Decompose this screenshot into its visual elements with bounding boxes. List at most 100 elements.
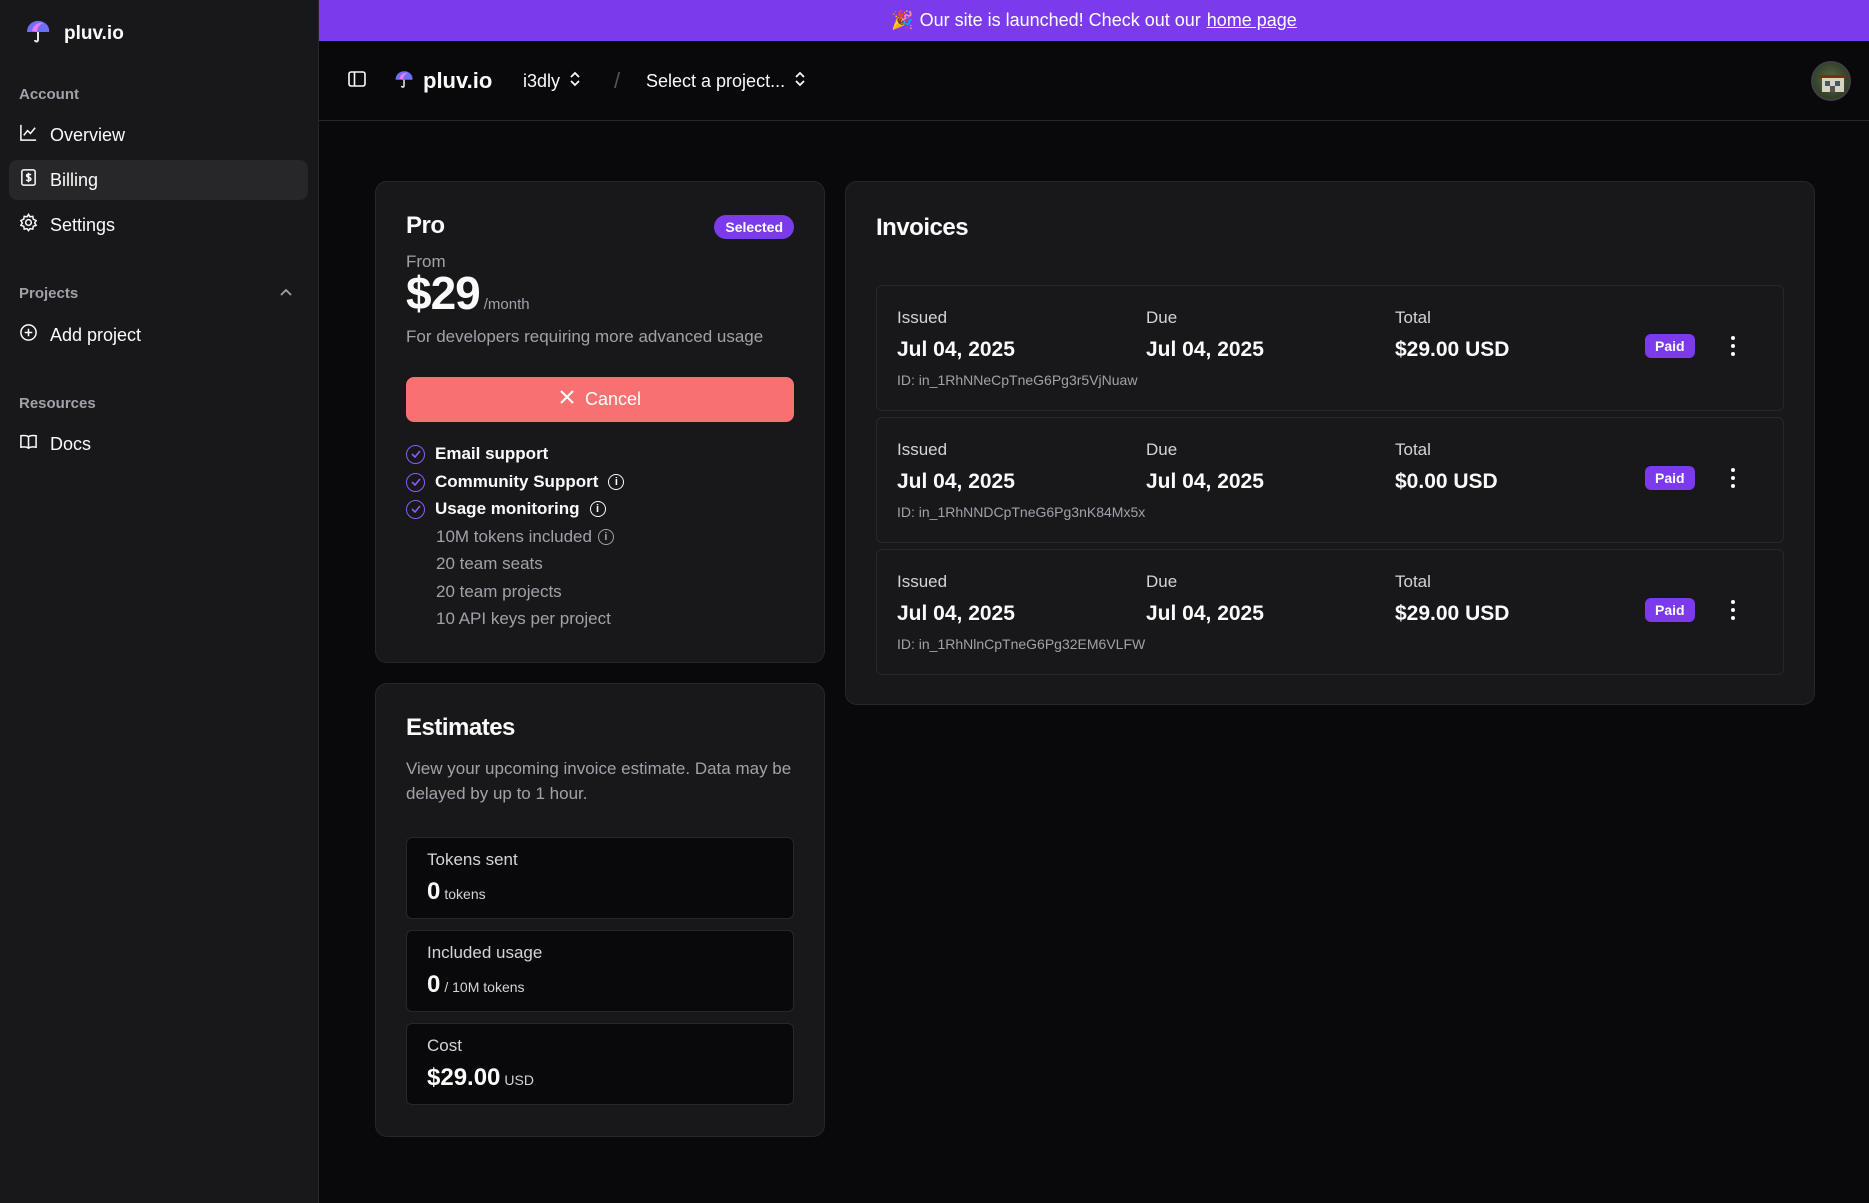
more-vertical-icon[interactable] [1731, 336, 1735, 356]
selected-badge: Selected [714, 215, 794, 239]
invoice-row: Issued Due Total Jul 04, 2025 Jul 04, 20… [876, 417, 1784, 543]
invoices-title: Invoices [876, 214, 969, 241]
breadcrumb-separator: / [614, 68, 621, 93]
stat-label: Cost [427, 1036, 462, 1055]
book-icon [19, 432, 38, 456]
receipt-icon [19, 168, 38, 192]
sidebar-item-label: Settings [50, 214, 116, 235]
due-date: Jul 04, 2025 [1146, 470, 1264, 493]
sidebar-item-label: Overview [50, 124, 126, 145]
paid-badge: Paid [1645, 334, 1695, 358]
price-block: $29 /month [406, 266, 530, 320]
info-icon[interactable]: i [589, 501, 606, 517]
stat-unit: / 10M tokens [444, 979, 525, 995]
cancel-button[interactable]: Cancel [406, 377, 794, 422]
section-label-projects: Projects [19, 285, 79, 302]
feature-item: Email support [406, 444, 548, 464]
feature-item: Usage monitoring i [406, 499, 606, 519]
stat-value: $29.00 USD [427, 1064, 534, 1092]
estimates-card: Estimates View your upcoming invoice est… [375, 683, 825, 1137]
issued-date: Jul 04, 2025 [897, 470, 1015, 493]
more-vertical-icon[interactable] [1731, 600, 1735, 620]
pluv-logo-icon [24, 18, 52, 49]
invoice-id: ID: in_1RhNNeCpTneG6Pg3r5VjNuaw [897, 372, 1138, 388]
sidebar: pluv.io Account Overview Billing Setting… [0, 0, 319, 1203]
project-select[interactable]: Select a project... [646, 41, 807, 121]
feature-label: Email support [435, 444, 549, 463]
issued-label: Issued [897, 440, 948, 459]
price-period: /month [483, 296, 530, 313]
subfeature-item: 10M tokens included i [436, 527, 614, 547]
check-circle-icon [406, 472, 425, 492]
check-circle-icon [406, 499, 425, 519]
plan-price: $29 [406, 267, 481, 319]
user-avatar[interactable] [1811, 61, 1851, 101]
plan-description: For developers requiring more advanced u… [406, 327, 764, 346]
invoices-card: Invoices Issued Due Total Jul 04, 2025 J… [845, 181, 1815, 705]
due-label: Due [1146, 440, 1178, 459]
sidebar-toggle-button[interactable] [347, 41, 367, 121]
sidebar-item-label: Billing [50, 169, 99, 190]
feature-label: Usage monitoring [435, 499, 580, 518]
stat-label: Included usage [427, 943, 543, 962]
invoice-total: $29.00 USD [1395, 338, 1510, 361]
sidebar-item-settings[interactable]: Settings [9, 205, 308, 245]
included-usage-box: Included usage 0 / 10M tokens [406, 930, 794, 1012]
invoice-row: Issued Due Total Jul 04, 2025 Jul 04, 20… [876, 549, 1784, 675]
sidebar-item-overview[interactable]: Overview [9, 115, 308, 155]
paid-badge: Paid [1645, 598, 1695, 622]
plan-card: Pro Selected From $29 /month For develop… [375, 181, 825, 663]
subfeature-label: 10M tokens included [436, 527, 592, 546]
due-label: Due [1146, 572, 1178, 591]
more-vertical-icon[interactable] [1731, 468, 1735, 488]
info-icon[interactable]: i [608, 474, 625, 490]
banner-text: Our site is launched! Check out our [919, 10, 1201, 30]
home-page-link[interactable]: home page [1207, 10, 1297, 31]
cost-box: Cost $29.00 USD [406, 1023, 794, 1105]
chevron-up-icon[interactable] [278, 285, 294, 306]
issued-label: Issued [897, 572, 948, 591]
estimates-description: View your upcoming invoice estimate. Dat… [406, 759, 792, 803]
close-icon [559, 389, 575, 410]
estimates-title: Estimates [406, 714, 515, 741]
subfeature-item: 20 team projects [436, 582, 562, 601]
sidebar-toggle-icon [347, 69, 367, 94]
total-label: Total [1395, 572, 1431, 591]
plus-circle-icon [19, 323, 38, 347]
stat-value: 0 tokens [427, 878, 486, 906]
info-icon[interactable]: i [597, 529, 614, 545]
invoice-id: ID: in_1RhNNDCpTneG6Pg3nK84Mx5x [897, 504, 1146, 520]
tokens-sent-box: Tokens sent 0 tokens [406, 837, 794, 919]
stat-number: 0 [427, 971, 441, 998]
due-date: Jul 04, 2025 [1146, 338, 1264, 361]
paid-badge: Paid [1645, 466, 1695, 490]
gear-icon [19, 212, 38, 237]
sidebar-brand[interactable]: pluv.io [24, 18, 124, 49]
total-label: Total [1395, 440, 1431, 459]
due-label: Due [1146, 308, 1178, 327]
issued-date: Jul 04, 2025 [897, 338, 1015, 361]
stat-label: Tokens sent [427, 850, 518, 869]
sidebar-item-billing[interactable]: Billing [9, 160, 308, 200]
subfeature-item: 10 API keys per project [436, 609, 611, 628]
top-brand-name: pluv.io [423, 68, 493, 93]
announcement-banner: 🎉 Our site is launched! Check out our ho… [319, 0, 1869, 41]
org-name: i3dly [523, 70, 561, 91]
issued-label: Issued [897, 308, 948, 327]
feature-item: Community Support i [406, 472, 625, 492]
issued-date: Jul 04, 2025 [897, 602, 1015, 625]
project-select-label: Select a project... [646, 70, 786, 91]
chart-line-icon [19, 123, 38, 147]
stat-unit: tokens [444, 886, 486, 902]
stat-unit: USD [504, 1072, 534, 1088]
sidebar-item-docs[interactable]: Docs [9, 424, 308, 464]
stat-value: 0 / 10M tokens [427, 971, 525, 999]
invoice-total: $0.00 USD [1395, 470, 1498, 493]
stat-number: $29.00 [427, 1064, 501, 1091]
chevron-up-down-icon [568, 70, 582, 93]
top-bar: pluv.io i3dly / Select a project... [319, 41, 1869, 121]
org-switcher[interactable]: i3dly [523, 41, 582, 121]
stat-number: 0 [427, 878, 441, 905]
top-brand-link[interactable]: pluv.io [393, 41, 492, 121]
sidebar-item-add-project[interactable]: Add project [9, 315, 308, 355]
